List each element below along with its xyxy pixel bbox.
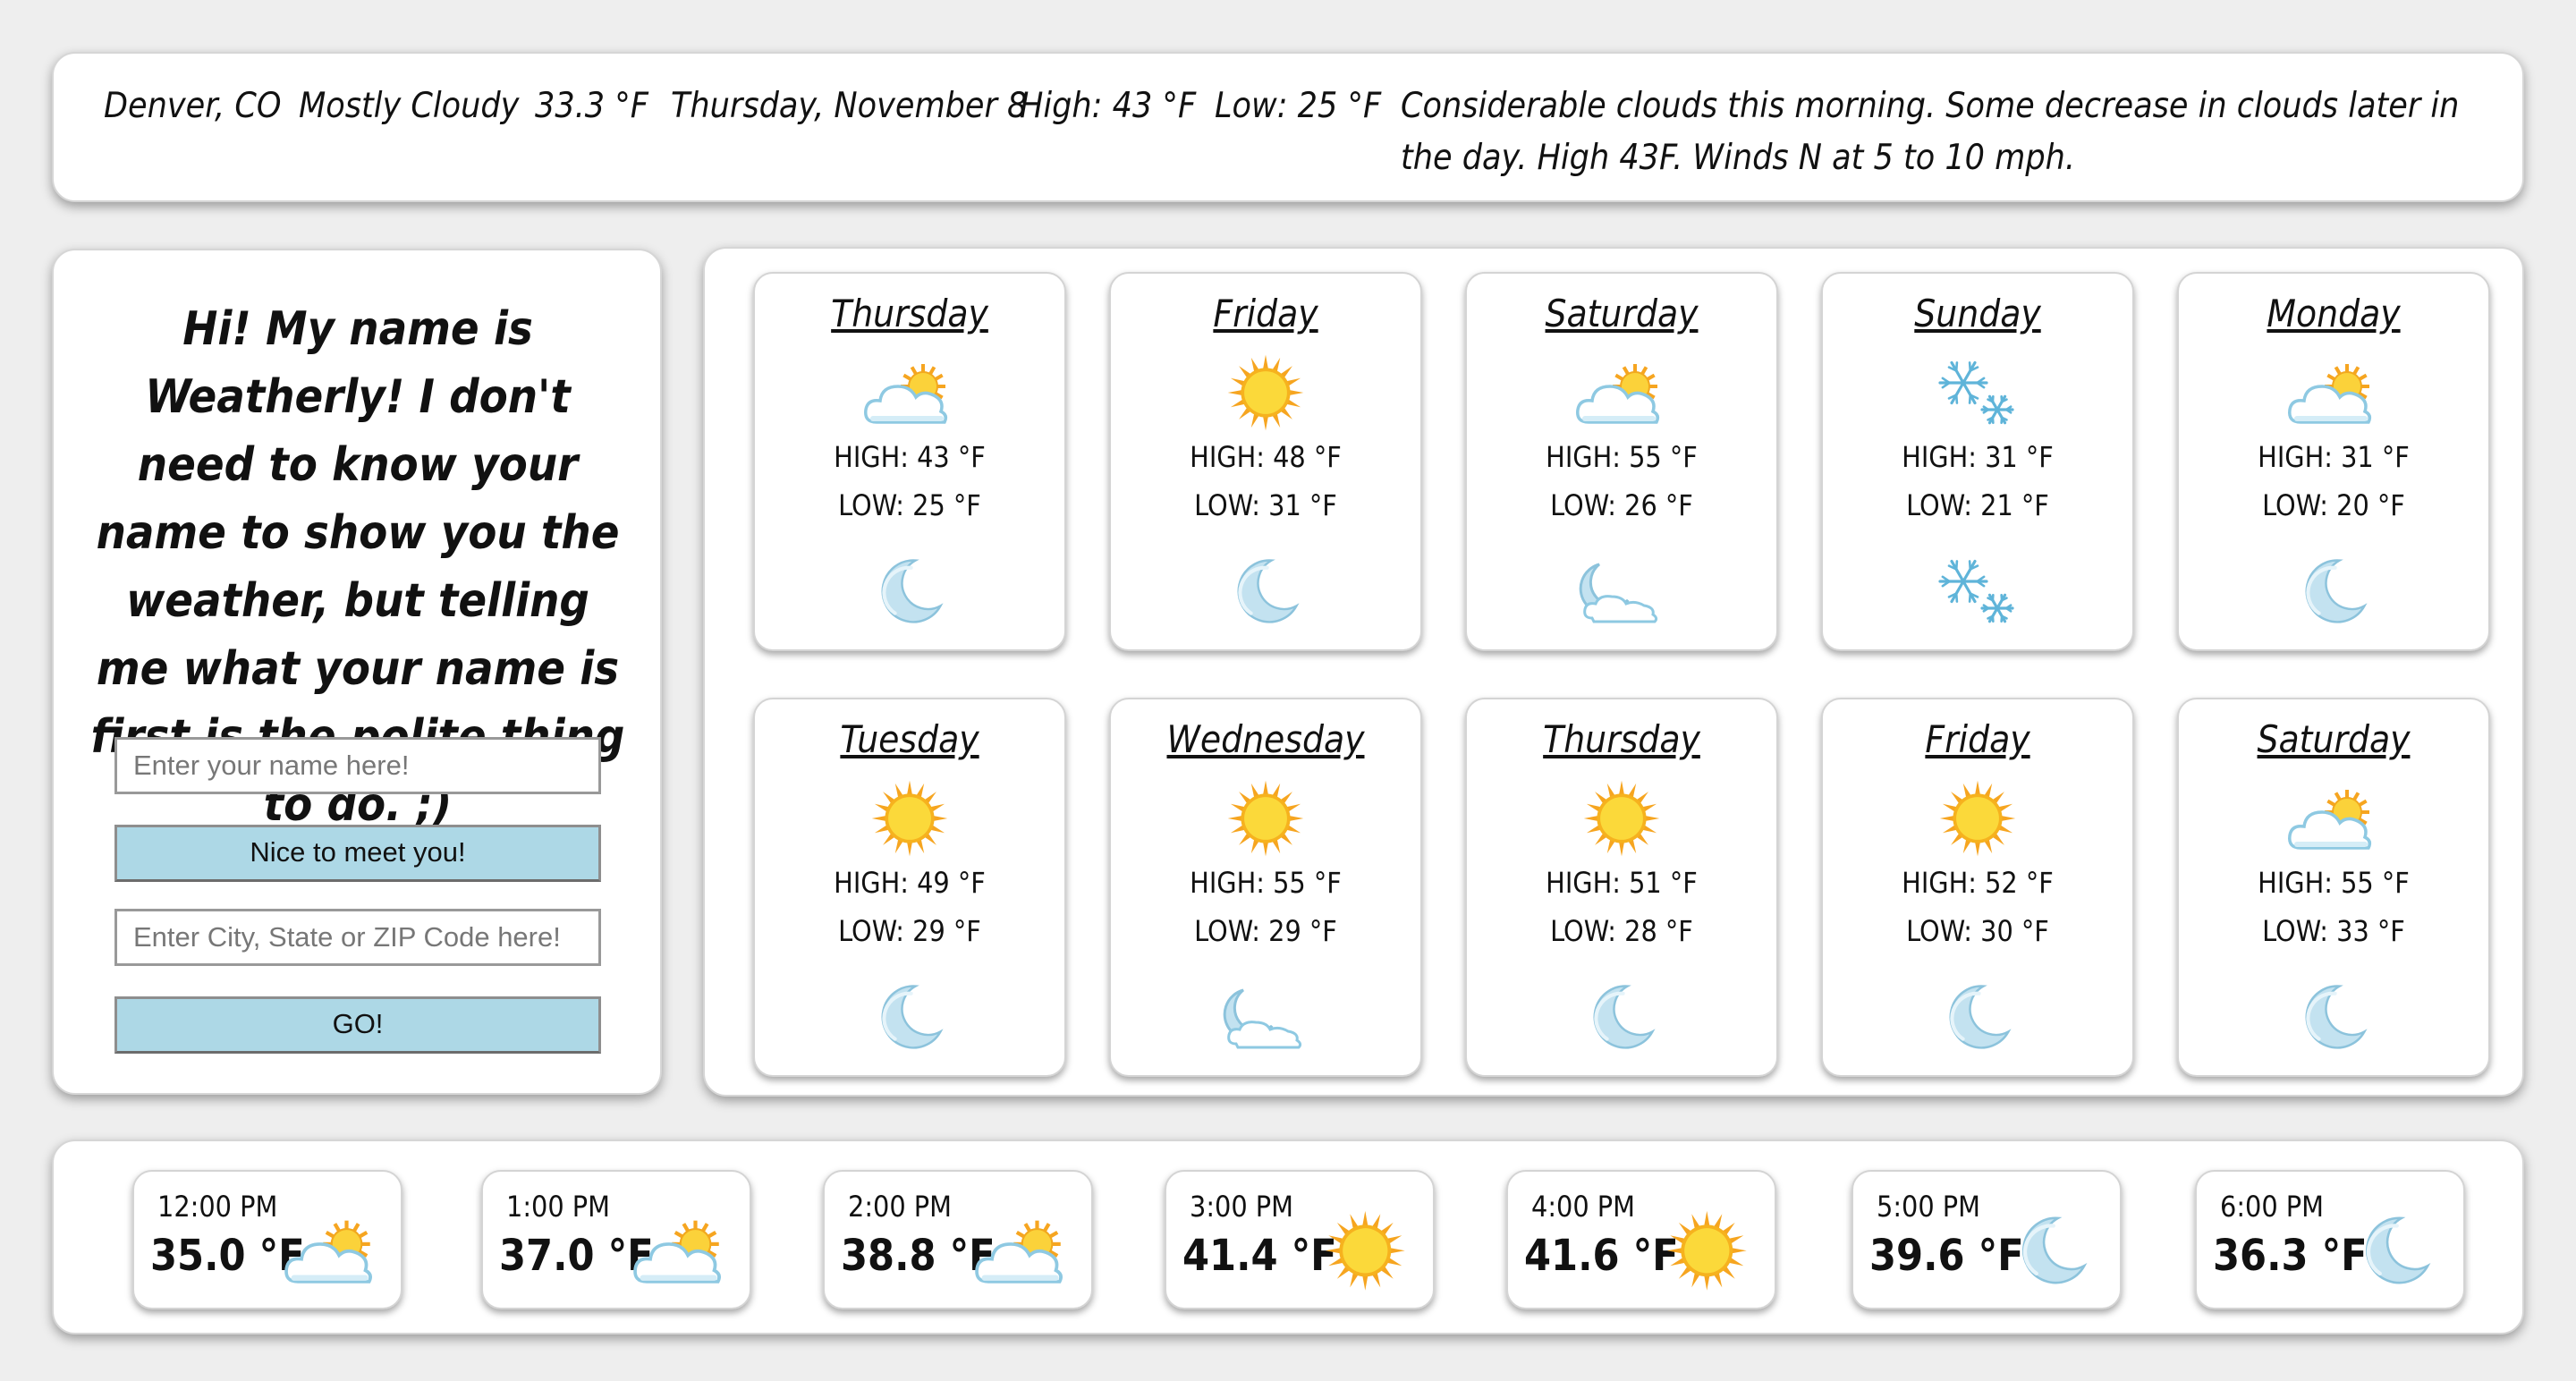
forecast-card: Friday HIGH: 48 °F LOW: 31 °F [1109,272,1422,651]
forecast-day: Wednesday [1166,717,1365,761]
current-location: Denver, CO [104,86,282,126]
intro-panel: Hi! My name is Weatherly! I don't need t… [52,249,662,1095]
forecast-low: LOW: 26 °F [1550,488,1693,522]
moon-icon [755,977,1064,1057]
hourly-card: 2:00 PM 38.8 °F [823,1170,1093,1309]
forecast-day: Thursday [831,292,988,335]
current-condition: Mostly Cloudy [299,86,520,126]
forecast-panel: Thursday HIGH: 43 °F LOW: 25 °F Friday H… [703,247,2524,1097]
partly-cloudy-icon [970,1206,1077,1295]
forecast-high: HIGH: 55 °F [2258,866,2410,900]
sun-icon [1311,1206,1419,1295]
forecast-day: Thursday [1543,717,1700,761]
city-input[interactable] [114,909,601,966]
forecast-card: Thursday HIGH: 43 °F LOW: 25 °F [753,272,1066,651]
current-description: Considerable clouds this morning. Some d… [1401,86,2460,178]
forecast-card: Sunday HIGH: 31 °F LOW: 21 °F [1821,272,2134,651]
go-button[interactable]: GO! [114,996,601,1054]
hourly-time: 12:00 PM [157,1190,278,1224]
sun-icon [1653,1206,1760,1295]
forecast-high: HIGH: 55 °F [1190,866,1342,900]
moon-icon [1998,1206,2106,1295]
moon-icon [2179,551,2488,631]
forecast-low: LOW: 29 °F [1194,914,1337,948]
current-high: High: 43 °F [1020,86,1197,126]
name-input[interactable] [114,737,601,794]
snow-icon [1823,352,2132,433]
hourly-time: 5:00 PM [1877,1190,1980,1224]
forecast-low: LOW: 31 °F [1194,488,1337,522]
forecast-day: Tuesday [840,717,979,761]
hourly-time: 4:00 PM [1531,1190,1635,1224]
moon-icon [1823,977,2132,1057]
forecast-low: LOW: 20 °F [2262,488,2405,522]
forecast-low: LOW: 25 °F [838,488,981,522]
moon-icon [1111,551,1420,631]
moon-icon [2179,977,2488,1057]
forecast-high: HIGH: 51 °F [1546,866,1698,900]
snow-icon [1823,551,2132,631]
hourly-card: 12:00 PM 35.0 °F [132,1170,402,1309]
moon-icon [1467,977,1776,1057]
forecast-low: LOW: 21 °F [1906,488,2049,522]
forecast-high: HIGH: 55 °F [1546,440,1698,474]
forecast-day: Saturday [2257,717,2411,761]
forecast-day: Monday [2267,292,2401,335]
current-low: Low: 25 °F [1215,86,1382,126]
forecast-day: Sunday [1914,292,2041,335]
hourly-panel: 12:00 PM 35.0 °F 1:00 PM 37.0 °F 2:00 PM… [52,1140,2524,1334]
forecast-low: LOW: 30 °F [1906,914,2049,948]
nice-to-meet-you-button[interactable]: Nice to meet you! [114,825,601,882]
partly-cloudy-icon [2179,778,2488,859]
sun-icon [1111,352,1420,433]
current-date: Thursday, November 8 [671,86,1028,126]
forecast-high: HIGH: 31 °F [1902,440,2054,474]
moon-icon [2342,1206,2449,1295]
forecast-card: Saturday HIGH: 55 °F LOW: 26 °F [1465,272,1778,651]
partly-cloudy-icon [1467,352,1776,433]
sun-icon [1823,778,2132,859]
forecast-day: Friday [1213,292,1318,335]
forecast-card: Tuesday HIGH: 49 °F LOW: 29 °F [753,698,1066,1077]
hourly-time: 6:00 PM [2220,1190,2324,1224]
forecast-card: Saturday HIGH: 55 °F LOW: 33 °F [2177,698,2490,1077]
moon-icon [755,551,1064,631]
hourly-time: 2:00 PM [848,1190,952,1224]
hourly-time: 3:00 PM [1190,1190,1293,1224]
sun-icon [755,778,1064,859]
hourly-card: 5:00 PM 39.6 °F [1852,1170,2122,1309]
forecast-card: Monday HIGH: 31 °F LOW: 20 °F [2177,272,2490,651]
current-temperature: 33.3 °F [535,86,648,126]
hourly-card: 6:00 PM 36.3 °F [2195,1170,2465,1309]
sun-icon [1111,778,1420,859]
current-conditions-bar: Denver, CO Mostly Cloudy 33.3 °F Thursda… [52,52,2524,202]
forecast-low: LOW: 33 °F [2262,914,2405,948]
forecast-low: LOW: 29 °F [838,914,981,948]
partly-cloudy-icon [279,1206,386,1295]
hourly-time: 1:00 PM [506,1190,610,1224]
forecast-day: Friday [1925,717,2030,761]
forecast-high: HIGH: 43 °F [834,440,986,474]
forecast-high: HIGH: 31 °F [2258,440,2410,474]
forecast-card: Friday HIGH: 52 °F LOW: 30 °F [1821,698,2134,1077]
forecast-card: Thursday HIGH: 51 °F LOW: 28 °F [1465,698,1778,1077]
forecast-high: HIGH: 49 °F [834,866,986,900]
hourly-card: 4:00 PM 41.6 °F [1506,1170,1776,1309]
hourly-card: 1:00 PM 37.0 °F [481,1170,751,1309]
partly-cloudy-icon [755,352,1064,433]
forecast-high: HIGH: 52 °F [1902,866,2054,900]
forecast-day: Saturday [1545,292,1699,335]
night-cloudy-icon [1467,551,1776,631]
partly-cloudy-icon [2179,352,2488,433]
night-cloudy-icon [1111,977,1420,1057]
partly-cloudy-icon [628,1206,735,1295]
forecast-low: LOW: 28 °F [1550,914,1693,948]
sun-icon [1467,778,1776,859]
forecast-high: HIGH: 48 °F [1190,440,1342,474]
hourly-card: 3:00 PM 41.4 °F [1165,1170,1435,1309]
forecast-card: Wednesday HIGH: 55 °F LOW: 29 °F [1109,698,1422,1077]
